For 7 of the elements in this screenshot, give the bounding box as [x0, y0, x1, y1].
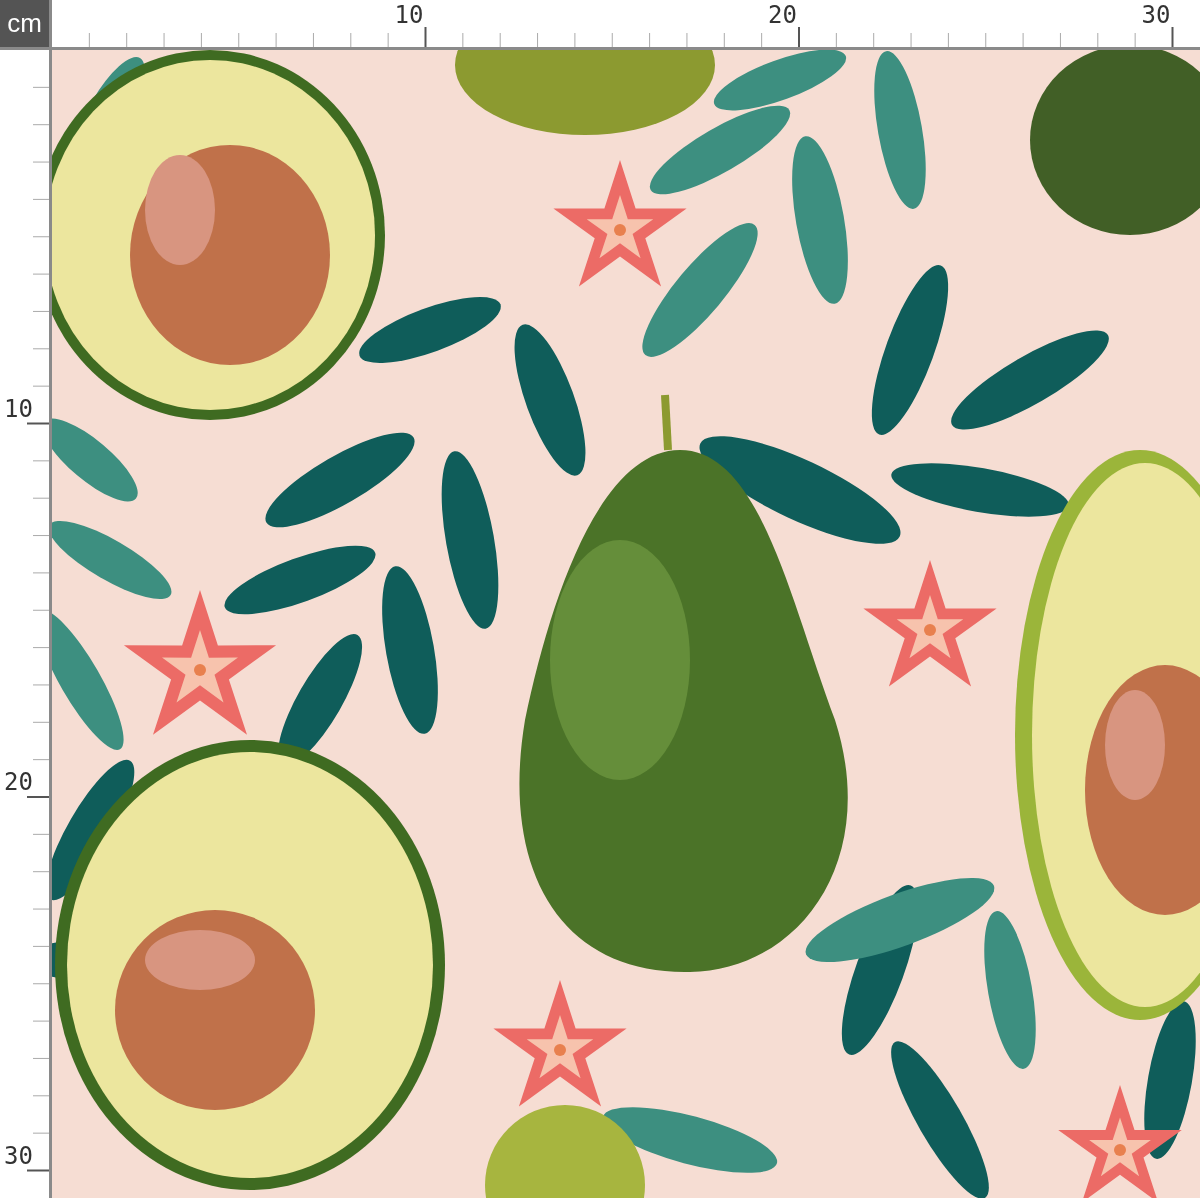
ruler-label: 30	[4, 1143, 33, 1168]
unit-label: cm	[0, 0, 52, 50]
ruler-label: 20	[768, 3, 797, 27]
ruler-label: 10	[394, 3, 424, 27]
ruler-label: 10	[4, 396, 33, 421]
ruler-label: 30	[1141, 3, 1171, 27]
ruler-label: 20	[4, 770, 33, 794]
